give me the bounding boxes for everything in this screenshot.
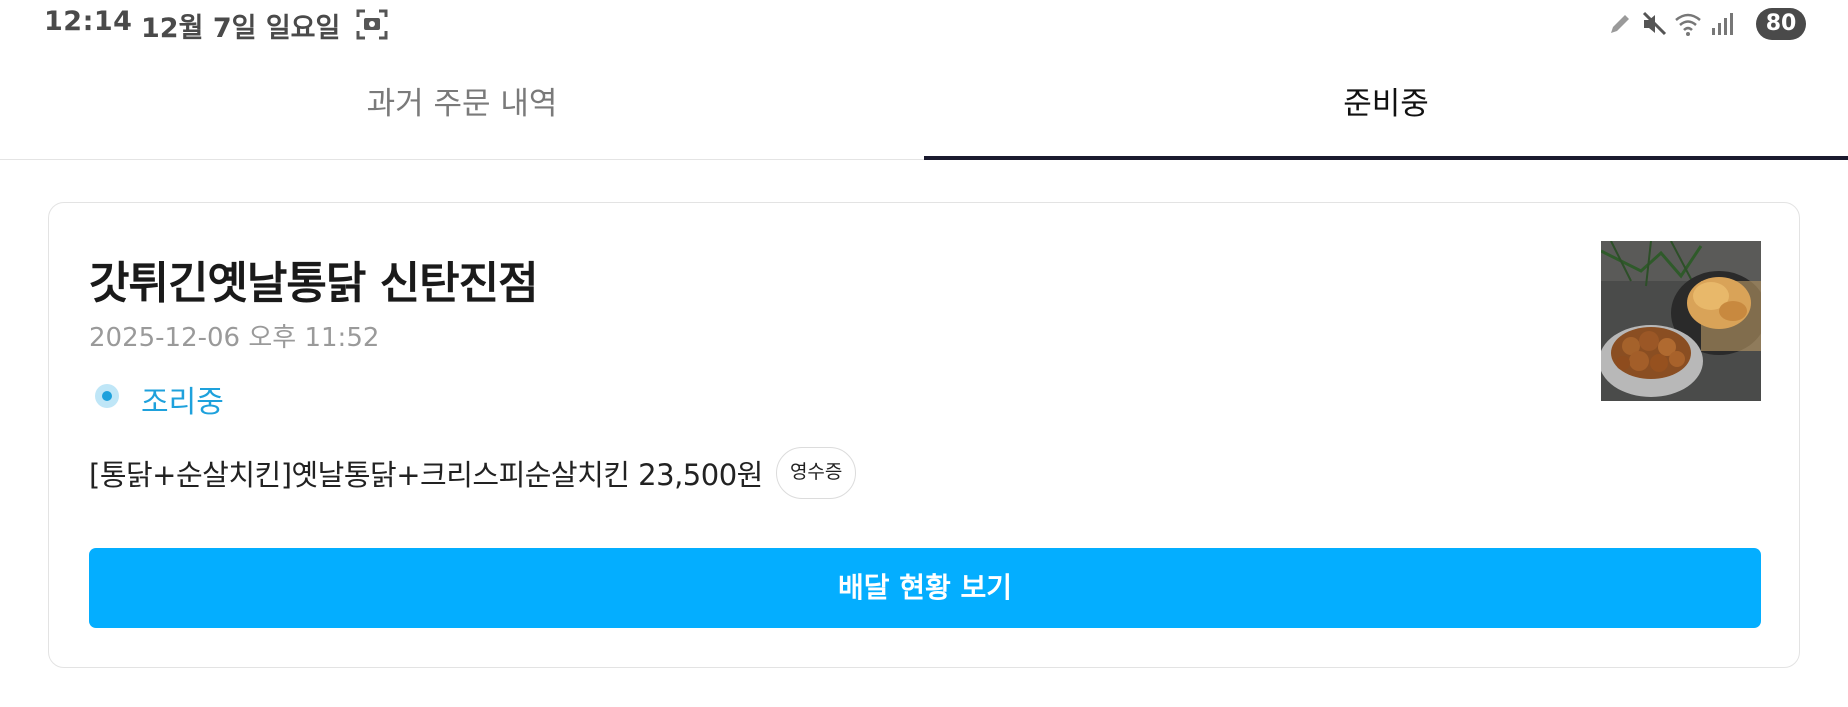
delivery-status-button[interactable]: 배달 현황 보기	[89, 548, 1761, 628]
signal-icon	[1712, 13, 1733, 35]
screenshot-icon	[356, 9, 388, 40]
status-time: 12:14	[44, 6, 133, 37]
status-label: 조리중	[141, 385, 224, 420]
menu-summary: [통닭+순살치킨]옛날통닭+크리스피순살치킨 23,500원	[89, 458, 763, 492]
store-name: 갓튀긴옛날통닭 신탄진점	[89, 258, 539, 309]
pencil-icon	[1611, 15, 1629, 33]
order-tabs: 과거 주문 내역 준비중	[0, 52, 1848, 160]
order-card[interactable]: 갓튀긴옛날통닭 신탄진점 2025-12-06 오후 11:52 조리중 [통닭…	[48, 202, 1800, 668]
tab-past-orders[interactable]: 과거 주문 내역	[0, 52, 924, 160]
store-thumbnail	[1601, 241, 1761, 401]
mute-icon	[1642, 11, 1667, 36]
tab-preparing[interactable]: 준비중	[924, 52, 1848, 160]
status-date: 12월 7일 일요일	[141, 13, 341, 44]
wifi-icon	[1675, 13, 1701, 36]
order-datetime: 2025-12-06 오후 11:52	[89, 323, 380, 353]
receipt-button[interactable]: 영수증	[775, 447, 857, 499]
menu-summary-row: [통닭+순살치킨]옛날통닭+크리스피순살치킨 23,500원 영수증	[89, 447, 857, 503]
fried-chicken-image	[1601, 241, 1761, 401]
status-bar: 12:14 12월 7일 일요일 80	[0, 0, 1848, 50]
battery-indicator: 80	[1756, 8, 1806, 40]
active-tab-underline	[924, 156, 1848, 160]
status-dot-icon	[95, 384, 119, 408]
